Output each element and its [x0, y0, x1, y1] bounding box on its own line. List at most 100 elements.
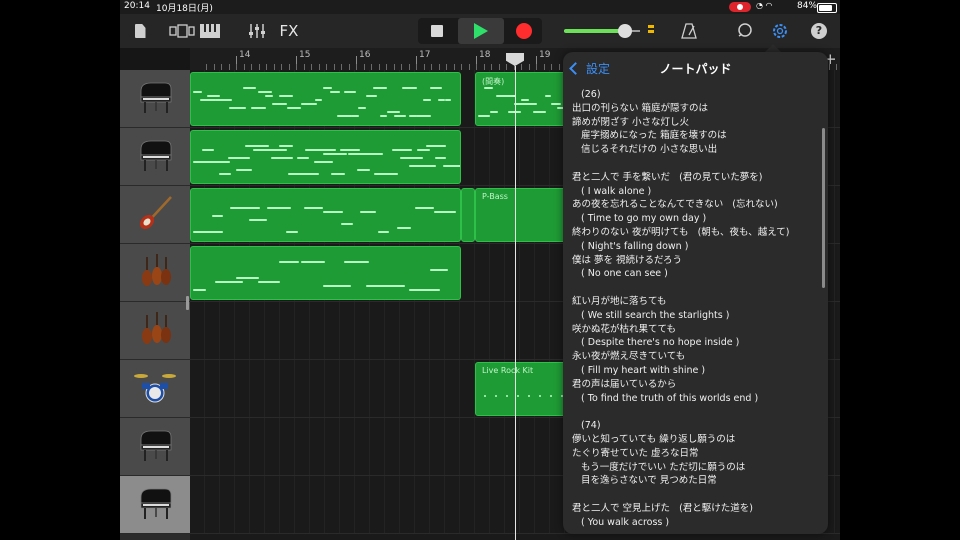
midi-note	[336, 115, 353, 117]
status-time: 20:14	[124, 1, 150, 11]
track-header-grand-piano[interactable]	[120, 476, 190, 534]
midi-note	[214, 281, 244, 283]
midi-note	[443, 165, 460, 167]
midi-note	[279, 145, 294, 147]
region-piano-1[interactable]	[190, 72, 461, 126]
midi-note	[285, 231, 299, 233]
midi-note	[357, 169, 371, 171]
midi-note	[322, 285, 351, 287]
midi-note	[230, 207, 260, 209]
track-header-drums[interactable]	[120, 360, 190, 418]
midi-note	[401, 87, 418, 89]
midi-note	[236, 277, 259, 279]
midi-note	[243, 87, 257, 89]
track-header-strings[interactable]	[120, 302, 190, 360]
record-button[interactable]	[508, 18, 540, 44]
midi-note	[329, 91, 341, 93]
metronome-button[interactable]	[678, 18, 700, 44]
play-icon	[474, 23, 488, 39]
level-meter	[648, 25, 654, 35]
midi-note	[408, 289, 440, 291]
bar-number: 18	[479, 50, 491, 60]
midi-note	[339, 149, 360, 151]
region-strings[interactable]	[190, 246, 461, 300]
master-volume-slider[interactable]	[564, 24, 640, 38]
document-icon	[134, 24, 146, 38]
midi-note	[315, 99, 322, 101]
midi-note	[296, 157, 310, 159]
notepad-line: 君と二人で 手を繋いだ (君の見ていた夢を)	[572, 171, 763, 183]
volume-knob[interactable]	[617, 24, 632, 38]
play-button[interactable]	[458, 18, 504, 44]
mixer-button[interactable]	[246, 18, 268, 44]
midi-note	[211, 215, 224, 217]
region-drums[interactable]: Live Rock Kit	[475, 362, 572, 416]
region-piano-2[interactable]	[190, 130, 461, 184]
midi-note	[264, 95, 274, 97]
midi-note	[344, 91, 356, 93]
midi-note	[506, 395, 508, 397]
notepad-line	[572, 281, 818, 295]
notepad-line	[572, 157, 818, 171]
notepad-scrollbar[interactable]	[822, 128, 825, 288]
track-header-grand-piano[interactable]	[120, 70, 190, 128]
notepad-line: ( No one can see )	[572, 268, 668, 280]
notepad-line: 出口の刊らない 箱庭が隠すのは	[572, 102, 709, 114]
notepad-line: 咲かぬ花が枯れ果てても	[572, 323, 677, 335]
notepad-line: ( Time to go my own day )	[572, 213, 707, 225]
playhead-line	[515, 66, 516, 540]
stop-button[interactable]	[420, 18, 454, 44]
midi-note	[313, 161, 334, 163]
mixer-icon	[249, 24, 265, 38]
notepad-line: ( Night's falling down )	[572, 240, 689, 252]
track-header-grand-piano[interactable]	[120, 128, 190, 186]
midi-note	[526, 103, 537, 105]
midi-note	[193, 231, 223, 233]
region-bass-1[interactable]	[190, 188, 461, 242]
midi-note	[293, 107, 301, 109]
track-header-grand-piano[interactable]	[120, 418, 190, 476]
midi-note	[400, 157, 424, 159]
notepad-text-area[interactable]: (26) 出口の刊らない 箱庭が隠すのは 諦めが閉ざす 小さな灯し火 雇字搦めになっ…	[572, 88, 818, 532]
loop-browser-button[interactable]	[734, 18, 756, 44]
midi-note	[365, 95, 378, 97]
midi-note	[322, 87, 332, 89]
midi-note	[426, 145, 446, 147]
midi-note	[207, 95, 220, 97]
region-bass-short[interactable]	[461, 188, 475, 242]
region-pbass[interactable]: P-Bass	[475, 188, 572, 242]
midi-note	[193, 91, 203, 93]
track-header-strings[interactable]	[120, 244, 190, 302]
help-button[interactable]: ?	[808, 18, 830, 44]
track-header-resize-handle[interactable]	[186, 296, 189, 310]
midi-note	[341, 223, 354, 225]
midi-note	[210, 161, 231, 163]
keyboard-icon	[200, 24, 220, 38]
midi-note	[382, 173, 399, 175]
notepad-line: 永い夜が燃え尽きていても	[572, 351, 686, 363]
popover-title: ノートパッド	[659, 62, 732, 76]
midi-note	[236, 169, 253, 171]
grand-piano-icon	[135, 483, 175, 527]
region-name: (間奏)	[482, 77, 505, 86]
metronome-icon	[681, 23, 697, 39]
notepad-line: あの夜を忘れることなんてできない (忘れない)	[572, 199, 778, 211]
notepad-line	[572, 405, 818, 419]
fx-button[interactable]: FX	[276, 18, 302, 44]
notepad-line: 雇字搦めになった 箱庭を壊すのは	[572, 130, 727, 142]
notepad-line	[572, 488, 818, 502]
midi-note	[430, 269, 448, 271]
my-songs-button[interactable]	[130, 18, 150, 44]
midi-note	[391, 149, 412, 151]
region-interlude[interactable]: (間奏)	[475, 72, 572, 126]
bass-guitar-icon	[135, 193, 175, 237]
settings-button[interactable]	[768, 18, 792, 44]
midi-note	[305, 149, 337, 151]
midi-note	[221, 99, 232, 101]
keyboard-button[interactable]	[198, 18, 222, 44]
track-header-electric-bass[interactable]	[120, 186, 190, 244]
tracks-view-button[interactable]	[168, 18, 196, 44]
notepad-popover: 設定 ノートパッド (26) 出口の刊らない 箱庭が隠すのは 諦めが閉ざす 小さな灯…	[563, 52, 828, 534]
midi-note	[279, 95, 294, 97]
midi-note	[550, 103, 562, 105]
